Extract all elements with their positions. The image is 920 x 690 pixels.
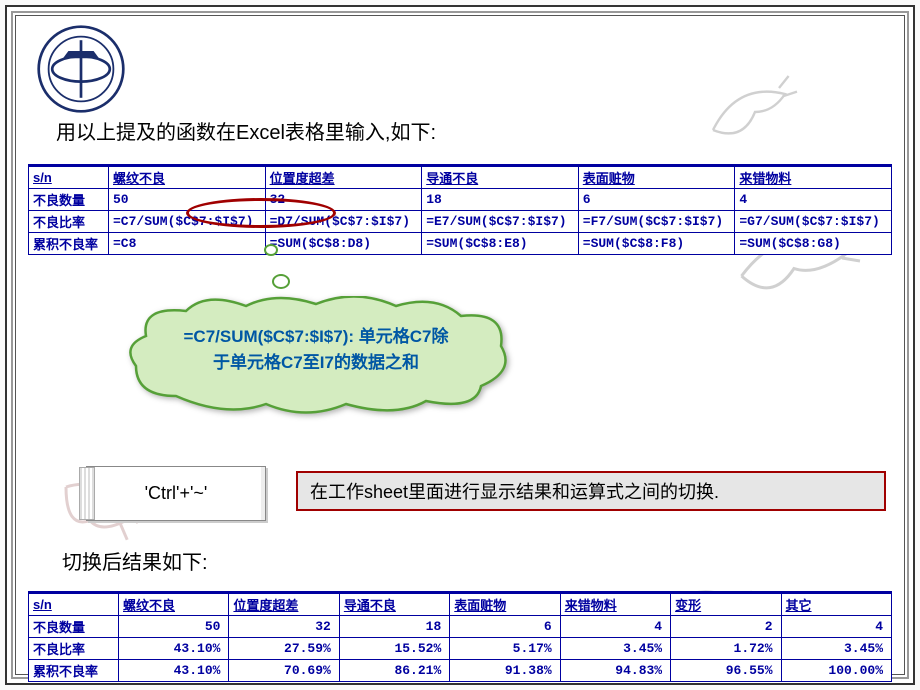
cell: 5.17% <box>450 638 560 660</box>
cell: =C8 <box>109 233 266 255</box>
result-table: s/n 螺纹不良 位置度超差 导通不良 表面赃物 来错物料 变形 其它 不良数量… <box>28 591 892 682</box>
table-header-row: s/n 螺纹不良 位置度超差 导通不良 表面赃物 来错物料 变形 其它 <box>29 594 892 616</box>
cell: =F7/SUM($C$7:$I$7) <box>578 211 735 233</box>
cell: 4 <box>781 616 891 638</box>
cell: 4 <box>560 616 670 638</box>
cell: 15.52% <box>339 638 449 660</box>
table-row: 不良比率 =C7/SUM($C$7:$I$7) =D7/SUM($C$7:$I$… <box>29 211 892 233</box>
university-logo <box>36 24 126 114</box>
cell: 70.69% <box>229 660 339 682</box>
callout-text: =C7/SUM($C$7:$I$7): 单元格C7除 于单元格C7至I7的数据之… <box>146 324 486 375</box>
header-col: 来错物料 <box>560 594 670 616</box>
row-label: 不良比率 <box>29 638 119 660</box>
cell: 50 <box>109 189 266 211</box>
cell: =G7/SUM($C$7:$I$7) <box>735 211 892 233</box>
shortcut-key: 'Ctrl'+'~' <box>145 483 208 504</box>
row-label: 累积不良率 <box>29 660 119 682</box>
row-label: 不良比率 <box>29 211 109 233</box>
header-col: 其它 <box>781 594 891 616</box>
row-label: 不良数量 <box>29 189 109 211</box>
cell: 3.45% <box>781 638 891 660</box>
cell: 94.83% <box>560 660 670 682</box>
intro-text: 用以上提及的函数在Excel表格里输入,如下: <box>56 116 436 145</box>
table-row: 累积不良率 =C8 =SUM($C$8:D8) =SUM($C$8:E8) =S… <box>29 233 892 255</box>
cell: 18 <box>422 189 579 211</box>
cell: 32 <box>265 189 422 211</box>
table-row: 不良数量 50 32 18 6 4 2 4 <box>29 616 892 638</box>
cell: 91.38% <box>450 660 560 682</box>
cell: =SUM($C$8:G8) <box>735 233 892 255</box>
header-sn: s/n <box>29 167 109 189</box>
header-col: 变形 <box>671 594 781 616</box>
callout-desc2: 于单元格C7至I7的数据之和 <box>213 353 419 372</box>
cell: =SUM($C$8:E8) <box>422 233 579 255</box>
header-col: 表面赃物 <box>450 594 560 616</box>
header-col: 导通不良 <box>339 594 449 616</box>
callout-formula: =C7/SUM($C$7:$I$7): <box>184 327 355 346</box>
header-col: 来错物料 <box>735 167 892 189</box>
watermark-icon <box>684 46 814 166</box>
formula-table: s/n 螺纹不良 位置度超差 导通不良 表面赃物 来错物料 不良数量 50 32… <box>28 164 892 255</box>
slide-inner: 用以上提及的函数在Excel表格里输入,如下: s/n 螺纹不良 位置度超差 导… <box>15 15 905 675</box>
formula-callout: =C7/SUM($C$7:$I$7): 单元格C7除 于单元格C7至I7的数据之… <box>116 296 516 416</box>
cell: =SUM($C$8:D8) <box>265 233 422 255</box>
slide-frame: 用以上提及的函数在Excel表格里输入,如下: s/n 螺纹不良 位置度超差 导… <box>5 5 915 685</box>
shortcut-desc-text: 在工作sheet里面进行显示结果和运算式之间的切换. <box>310 478 719 504</box>
cell: =D7/SUM($C$7:$I$7) <box>265 211 422 233</box>
cell: 86.21% <box>339 660 449 682</box>
cell: 3.45% <box>560 638 670 660</box>
cell: 96.55% <box>671 660 781 682</box>
cell: 43.10% <box>119 638 229 660</box>
header-col: 螺纹不良 <box>119 594 229 616</box>
cell: 32 <box>229 616 339 638</box>
shortcut-box: 'Ctrl'+'~' <box>86 466 266 521</box>
cell: 100.00% <box>781 660 891 682</box>
header-col: 位置度超差 <box>265 167 422 189</box>
cell: 6 <box>450 616 560 638</box>
callout-desc1: 单元格C7除 <box>354 327 448 346</box>
header-sn: s/n <box>29 594 119 616</box>
row-label: 累积不良率 <box>29 233 109 255</box>
cell: =E7/SUM($C$7:$I$7) <box>422 211 579 233</box>
cell: 27.59% <box>229 638 339 660</box>
header-col: 位置度超差 <box>229 594 339 616</box>
cell: 6 <box>578 189 735 211</box>
table-row: 不良数量 50 32 18 6 4 <box>29 189 892 211</box>
header-col: 螺纹不良 <box>109 167 266 189</box>
table-header-row: s/n 螺纹不良 位置度超差 导通不良 表面赃物 来错物料 <box>29 167 892 189</box>
row-label: 不良数量 <box>29 616 119 638</box>
cell: 1.72% <box>671 638 781 660</box>
cell: =SUM($C$8:F8) <box>578 233 735 255</box>
cell: 50 <box>119 616 229 638</box>
result-heading: 切换后结果如下: <box>62 546 208 575</box>
cell: 18 <box>339 616 449 638</box>
cell: 2 <box>671 616 781 638</box>
table-row: 不良比率 43.10% 27.59% 15.52% 5.17% 3.45% 1.… <box>29 638 892 660</box>
shortcut-description: 在工作sheet里面进行显示结果和运算式之间的切换. <box>296 471 886 511</box>
table-row: 累积不良率 43.10% 70.69% 86.21% 91.38% 94.83%… <box>29 660 892 682</box>
cell: =C7/SUM($C$7:$I$7) <box>109 211 266 233</box>
cell: 4 <box>735 189 892 211</box>
header-col: 导通不良 <box>422 167 579 189</box>
cell: 43.10% <box>119 660 229 682</box>
header-col: 表面赃物 <box>578 167 735 189</box>
